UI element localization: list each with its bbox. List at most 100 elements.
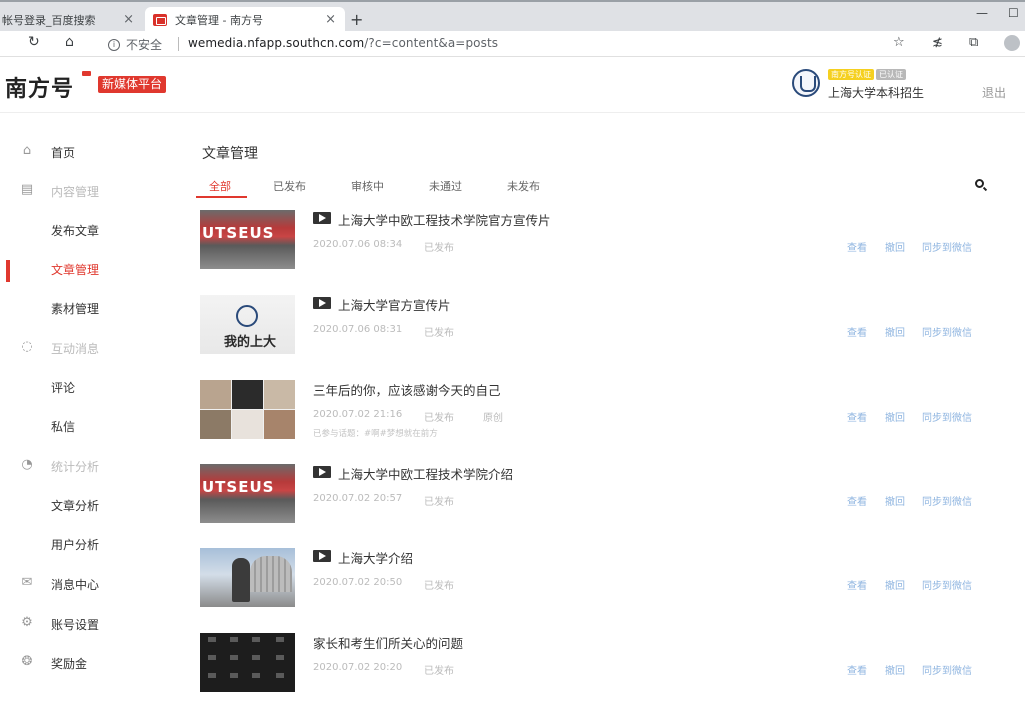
tab-reviewing[interactable]: 审核中 bbox=[351, 178, 384, 194]
browser-tab-title: 文章管理 - 南方号 bbox=[175, 14, 263, 27]
sidebar-group-stats[interactable]: ◔ 统计分析 bbox=[0, 455, 180, 477]
thumbnail-text: 我的上大 bbox=[224, 335, 277, 350]
sidebar-item-messages[interactable]: 私信 bbox=[0, 415, 180, 437]
sidebar-item-home[interactable]: ⌂ 首页 bbox=[0, 141, 180, 163]
article-row: 我的上大 上海大学官方宣传片 2020.07.06 08:31 已发布 查看 撤… bbox=[200, 295, 990, 355]
logo-mark bbox=[82, 71, 91, 76]
view-link[interactable]: 查看 bbox=[847, 324, 867, 339]
sidebar-item-article-analysis[interactable]: 文章分析 bbox=[0, 494, 180, 516]
sidebar-item-label: 统计分析 bbox=[51, 460, 100, 474]
withdraw-link[interactable]: 撤回 bbox=[885, 409, 905, 424]
withdraw-link[interactable]: 撤回 bbox=[885, 324, 905, 339]
video-tile bbox=[276, 673, 284, 678]
view-link[interactable]: 查看 bbox=[847, 239, 867, 254]
sync-wechat-link[interactable]: 同步到微信 bbox=[922, 577, 972, 592]
withdraw-link[interactable]: 撤回 bbox=[885, 493, 905, 508]
withdraw-link[interactable]: 撤回 bbox=[885, 662, 905, 677]
sidebar: ⌂ 首页 ▤ 内容管理 发布文章 文章管理 素材管理 ◌ 互动消息 评论 私信 … bbox=[0, 113, 180, 707]
view-link[interactable]: 查看 bbox=[847, 662, 867, 677]
favorites-icon[interactable]: ≴ bbox=[932, 35, 943, 50]
article-thumbnail[interactable]: UTSEUS bbox=[200, 464, 295, 523]
profile-avatar-icon[interactable] bbox=[1004, 35, 1020, 51]
sidebar-group-interaction[interactable]: ◌ 互动消息 bbox=[0, 337, 180, 359]
view-link[interactable]: 查看 bbox=[847, 409, 867, 424]
browser-tab-baidu[interactable]: 帐号登录_百度搜索 × bbox=[0, 7, 143, 33]
view-link[interactable]: 查看 bbox=[847, 493, 867, 508]
logout-link[interactable]: 退出 bbox=[982, 84, 1006, 101]
article-title[interactable]: 上海大学介绍 bbox=[338, 548, 413, 567]
sidebar-item-label: 评论 bbox=[51, 381, 76, 395]
reload-icon[interactable]: ↻ bbox=[28, 34, 40, 50]
sidebar-item-user-analysis[interactable]: 用户分析 bbox=[0, 533, 180, 555]
sidebar-item-account-settings[interactable]: ⚙ 账号设置 bbox=[0, 613, 180, 635]
withdraw-link[interactable]: 撤回 bbox=[885, 239, 905, 254]
article-thumbnail[interactable]: UTSEUS bbox=[200, 210, 295, 269]
new-tab-button[interactable]: + bbox=[350, 10, 363, 29]
sidebar-item-materials[interactable]: 素材管理 bbox=[0, 297, 180, 319]
bookmark-star-icon[interactable]: ☆ bbox=[893, 35, 905, 50]
reward-icon: ❂ bbox=[21, 654, 33, 669]
security-indicator[interactable]: i 不安全 bbox=[108, 36, 162, 53]
article-date: 2020.07.02 20:57 bbox=[313, 493, 403, 504]
sidebar-item-label: 奖励金 bbox=[51, 657, 88, 671]
sidebar-item-article-manage[interactable]: 文章管理 bbox=[0, 258, 180, 280]
article-title[interactable]: 家长和考生们所关心的问题 bbox=[313, 633, 463, 652]
tab-published[interactable]: 已发布 bbox=[273, 178, 306, 194]
sidebar-item-message-center[interactable]: ✉ 消息中心 bbox=[0, 573, 180, 595]
video-tile bbox=[276, 655, 284, 660]
mail-icon: ✉ bbox=[21, 575, 33, 590]
url-field[interactable]: wemedia.nfapp.southcn.com/?c=content&a=p… bbox=[188, 36, 498, 50]
collections-icon[interactable]: ⧉ bbox=[969, 35, 978, 50]
browser-tab-active[interactable]: 文章管理 - 南方号 × bbox=[145, 7, 345, 33]
sync-wechat-link[interactable]: 同步到微信 bbox=[922, 239, 972, 254]
article-thumbnail[interactable] bbox=[200, 633, 295, 692]
sync-wechat-link[interactable]: 同步到微信 bbox=[922, 409, 972, 424]
sidebar-group-content[interactable]: ▤ 内容管理 bbox=[0, 180, 180, 202]
url-host: wemedia.nfapp.southcn.com bbox=[188, 36, 365, 50]
sync-wechat-link[interactable]: 同步到微信 bbox=[922, 493, 972, 508]
article-title[interactable]: 上海大学中欧工程技术学院官方宣传片 bbox=[338, 210, 551, 229]
site-logo[interactable]: 南方号 bbox=[5, 71, 74, 103]
article-thumbnail[interactable] bbox=[200, 380, 295, 439]
article-title[interactable]: 上海大学中欧工程技术学院介绍 bbox=[338, 464, 513, 483]
sidebar-item-label: 发布文章 bbox=[51, 224, 100, 238]
tab-unpublished[interactable]: 未发布 bbox=[507, 178, 540, 194]
status-tabs: 全部 已发布 审核中 未通过 未发布 bbox=[196, 176, 996, 200]
sync-wechat-link[interactable]: 同步到微信 bbox=[922, 324, 972, 339]
maximize-icon[interactable]: ☐ bbox=[1008, 6, 1019, 20]
article-row: 家长和考生们所关心的问题 2020.07.02 20:20 已发布 查看 撤回 … bbox=[200, 633, 990, 693]
view-link[interactable]: 查看 bbox=[847, 577, 867, 592]
page-title: 文章管理 bbox=[202, 146, 258, 162]
minimize-icon[interactable]: — bbox=[976, 6, 988, 20]
photo-tile bbox=[232, 410, 263, 439]
photo-tile bbox=[264, 380, 295, 409]
article-row: UTSEUS 上海大学中欧工程技术学院介绍 2020.07.02 20:57 已… bbox=[200, 464, 990, 524]
video-tile bbox=[276, 637, 284, 642]
article-thumbnail[interactable]: 我的上大 bbox=[200, 295, 295, 354]
article-thumbnail[interactable] bbox=[200, 548, 295, 607]
article-date: 2020.07.06 08:34 bbox=[313, 239, 403, 250]
sidebar-item-publish[interactable]: 发布文章 bbox=[0, 219, 180, 241]
video-icon bbox=[313, 297, 331, 309]
verified-badge: 南方号认证 bbox=[828, 69, 874, 80]
sidebar-item-label: 首页 bbox=[51, 146, 76, 160]
close-icon[interactable]: × bbox=[325, 12, 336, 27]
photo-tile bbox=[264, 410, 295, 439]
home-button-icon[interactable]: ⌂ bbox=[65, 34, 74, 50]
sidebar-item-comments[interactable]: 评论 bbox=[0, 376, 180, 398]
withdraw-link[interactable]: 撤回 bbox=[885, 577, 905, 592]
sync-wechat-link[interactable]: 同步到微信 bbox=[922, 662, 972, 677]
article-date: 2020.07.02 20:20 bbox=[313, 662, 403, 673]
sidebar-item-reward[interactable]: ❂ 奖励金 bbox=[0, 652, 180, 674]
article-title[interactable]: 上海大学官方宣传片 bbox=[338, 295, 451, 314]
account-name[interactable]: 上海大学本科招生 bbox=[828, 84, 924, 101]
account-avatar[interactable] bbox=[792, 69, 820, 97]
tab-all[interactable]: 全部 bbox=[209, 178, 231, 194]
video-tile bbox=[252, 655, 260, 660]
article-title[interactable]: 三年后的你，应该感谢今天的自己 bbox=[313, 380, 501, 399]
tab-rejected[interactable]: 未通过 bbox=[429, 178, 462, 194]
close-icon[interactable]: × bbox=[123, 12, 134, 27]
search-icon[interactable] bbox=[975, 179, 984, 188]
building-image bbox=[250, 556, 292, 592]
article-date: 2020.07.02 20:50 bbox=[313, 577, 403, 588]
